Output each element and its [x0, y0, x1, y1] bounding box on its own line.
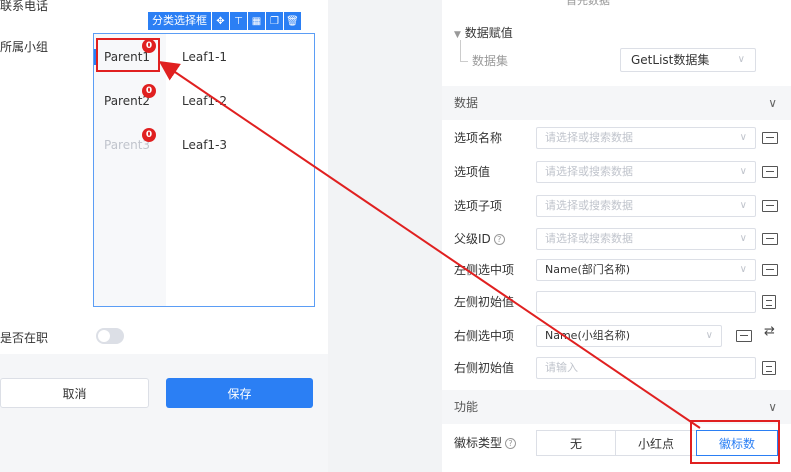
input-mode-icon[interactable] [762, 132, 778, 144]
parent-id-label: 父级ID? [454, 228, 505, 250]
properties-panel: 首先数据 ▼ 数据赋值 数据集 GetList数据集 ∨ 数据 ∨ 选项名称 请… [442, 0, 791, 472]
parent-id-select[interactable]: 请选择或搜索数据 ∨ [536, 228, 756, 250]
annotation-highlight-box [690, 420, 780, 464]
chevron-down-icon: ∨ [739, 233, 747, 244]
badge-type-dot[interactable]: 小红点 [615, 430, 697, 456]
copy-icon[interactable]: ❐ [266, 12, 283, 30]
save-button[interactable]: 保存 [166, 378, 313, 408]
right-selected-select[interactable]: Name(小组名称) ∨ [536, 325, 722, 347]
input-mode-icon[interactable] [736, 330, 752, 342]
input-mode-icon[interactable] [762, 166, 778, 178]
select-value: Name(小组名称) [545, 329, 631, 342]
caret-down-icon: ▼ [454, 30, 461, 40]
input-mode-icon[interactable] [762, 200, 778, 212]
active-label: 是否在职 [0, 331, 49, 345]
right-initial-input[interactable]: 请输入 [536, 357, 756, 379]
select-value: Name(部门名称) [545, 263, 631, 276]
option-child-label: 选项子项 [454, 199, 503, 213]
canvas-gap [328, 0, 442, 472]
select-placeholder: 请选择或搜索数据 [545, 131, 633, 144]
table-icon[interactable]: ▦ [248, 12, 265, 30]
parent-label: Parent3 [104, 138, 151, 152]
left-initial-label: 左侧初始值 [454, 295, 515, 309]
annotation-highlight-box [96, 38, 160, 72]
document-icon[interactable] [762, 361, 776, 375]
binding-title[interactable]: ▼ 数据赋值 [454, 24, 513, 41]
left-selected-select[interactable]: Name(部门名称) ∨ [536, 259, 756, 281]
leaf-item-3[interactable]: Leaf1-3 [182, 131, 227, 159]
left-selected-label: 左侧选中项 [454, 263, 515, 277]
help-icon[interactable]: ? [493, 234, 505, 245]
component-title: 分类选择框 [148, 12, 211, 30]
leaf-item-2[interactable]: Leaf1-2 [182, 87, 227, 115]
count-badge: 0 [142, 84, 156, 98]
chevron-down-icon: ∨ [739, 166, 747, 177]
right-selected-label: 右侧选中项 [454, 329, 515, 343]
chevron-down-icon: ∨ [739, 264, 747, 275]
help-icon[interactable]: ? [505, 438, 517, 449]
badge-type-text: 徽标类型 [454, 436, 503, 450]
option-child-select[interactable]: 请选择或搜索数据 ∨ [536, 195, 756, 217]
cascade-selector[interactable]: Parent1 0 Parent2 0 Parent3 0 Leaf1-1 Le… [93, 33, 315, 307]
component-toolbar: 分类选择框 ✥ ⊤ ▦ ❐ 🗑 [148, 12, 301, 30]
dataset-label: 数据集 [472, 54, 509, 68]
badge-type-none[interactable]: 无 [536, 430, 616, 456]
dataset-select[interactable]: GetList数据集 ∨ [620, 48, 756, 72]
data-section-header[interactable]: 数据 ∨ [442, 86, 791, 120]
left-initial-input[interactable] [536, 291, 756, 313]
option-value-select[interactable]: 请选择或搜索数据 ∨ [536, 161, 756, 183]
cancel-button[interactable]: 取消 [0, 378, 149, 408]
count-badge: 0 [142, 128, 156, 142]
binding-title-text: 数据赋值 [464, 26, 513, 40]
active-toggle[interactable] [96, 328, 124, 344]
chevron-down-icon: ∨ [739, 132, 747, 143]
cut-off-heading: 首先数据 [566, 0, 610, 7]
document-icon[interactable] [762, 295, 776, 309]
chevron-down-icon: ∨ [739, 200, 747, 211]
chevron-down-icon: ∨ [768, 400, 777, 414]
parent-id-text: 父级ID [454, 232, 491, 246]
tree-connector [460, 40, 468, 62]
pin-top-icon[interactable]: ⊤ [230, 12, 247, 30]
chevron-down-icon: ∨ [768, 96, 777, 110]
input-mode-icon[interactable] [762, 264, 778, 276]
form-panel: 联系电话 所属小组 分类选择框 ✥ ⊤ ▦ ❐ 🗑 Parent1 0 Pare… [0, 0, 328, 472]
dataset-value: GetList数据集 [631, 53, 710, 67]
option-name-select[interactable]: 请选择或搜索数据 ∨ [536, 127, 756, 149]
parent-column [94, 34, 166, 306]
leaf-item-1[interactable]: Leaf1-1 [182, 43, 227, 71]
chevron-down-icon: ∨ [705, 330, 713, 341]
section-title: 功能 [454, 400, 479, 414]
select-placeholder: 请选择或搜索数据 [545, 232, 633, 245]
option-value-label: 选项值 [454, 165, 491, 179]
section-title: 数据 [454, 96, 479, 110]
delete-icon[interactable]: 🗑 [284, 12, 301, 30]
swap-icon[interactable]: ⇄ [764, 324, 775, 339]
option-name-label: 选项名称 [454, 131, 503, 145]
chevron-down-icon: ∨ [737, 54, 745, 65]
form-footer: 取消 保存 [0, 354, 328, 472]
parent-label: Parent2 [104, 94, 151, 108]
input-mode-icon[interactable] [762, 233, 778, 245]
select-placeholder: 请选择或搜索数据 [545, 165, 633, 178]
badge-type-label: 徽标类型? [454, 432, 517, 454]
group-label: 所属小组 [0, 40, 49, 54]
right-initial-label: 右侧初始值 [454, 361, 515, 375]
select-placeholder: 请选择或搜索数据 [545, 199, 633, 212]
move-icon[interactable]: ✥ [212, 12, 229, 30]
function-section-header[interactable]: 功能 ∨ [442, 390, 791, 424]
phone-label: 联系电话 [0, 0, 49, 13]
